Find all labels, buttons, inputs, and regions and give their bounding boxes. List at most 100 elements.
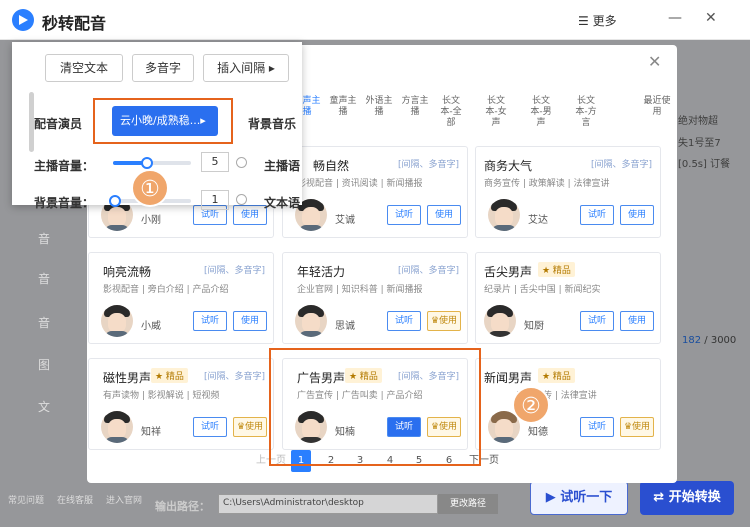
close-window-icon[interactable]: ✕ bbox=[705, 10, 717, 26]
premium-badge: ★ 精品 bbox=[538, 368, 575, 383]
host-volume-input[interactable]: 5 bbox=[201, 152, 229, 172]
voice-tags: 企业官网 | 知识科普 | 新闻播报 bbox=[297, 285, 423, 295]
nav-item[interactable]: 文 bbox=[38, 398, 50, 415]
listen-label: 试听一下 bbox=[560, 490, 613, 505]
voice-name: 知厨 bbox=[524, 321, 544, 332]
minimize-icon[interactable]: — bbox=[668, 10, 682, 26]
try-button[interactable]: 试听 bbox=[193, 417, 227, 437]
voice-card[interactable]: 畅自然 影视配音 | 资讯阅读 | 新闻播报 [间隔、多音字] 艾诚 试听 使用 bbox=[282, 146, 468, 238]
avatar bbox=[295, 305, 327, 337]
use-label: 使用 bbox=[439, 316, 458, 326]
more-label: 更多 bbox=[592, 14, 617, 28]
tab-foreign[interactable]: 外语主播 bbox=[364, 96, 394, 118]
tab-long-dialect[interactable]: 长文本-方言 bbox=[571, 96, 601, 129]
try-button[interactable]: 试听 bbox=[387, 311, 421, 331]
use-button[interactable]: ♛使用 bbox=[233, 417, 267, 437]
polyphone-button[interactable]: 多音字 bbox=[132, 54, 194, 82]
convert-label: 开始转换 bbox=[668, 490, 721, 505]
use-button[interactable]: ♛使用 bbox=[620, 417, 654, 437]
voice-title: 磁性男声 bbox=[103, 371, 152, 385]
official-site-link[interactable]: 进入官网 bbox=[106, 493, 142, 506]
slider-knob[interactable] bbox=[141, 157, 153, 169]
radio-button[interactable] bbox=[236, 157, 247, 168]
voice-features: [间隔、多音字] bbox=[397, 266, 459, 276]
more-menu-button[interactable]: ☰ 更多 bbox=[578, 12, 617, 29]
voice-title: 年轻活力 bbox=[297, 265, 346, 279]
try-button[interactable]: 试听 bbox=[580, 417, 614, 437]
voice-name: 思诚 bbox=[335, 321, 355, 332]
highlight-frame-voice bbox=[269, 348, 481, 466]
step-badge-2: ② bbox=[512, 386, 550, 424]
voice-card[interactable]: 磁性男声 ★ 精品 有声读物 | 影视解说 | 短视频 [间隔、多音字] 知祥 … bbox=[88, 358, 274, 450]
clear-text-button[interactable]: 清空文本 bbox=[45, 54, 123, 82]
try-button[interactable]: 试听 bbox=[580, 205, 614, 225]
voice-name: 艾达 bbox=[528, 215, 548, 226]
try-button[interactable]: 试听 bbox=[193, 311, 227, 331]
output-path-field[interactable]: C:\Users\Administrator\desktop bbox=[218, 494, 438, 514]
app-title: 秒转配音 bbox=[42, 14, 107, 33]
slider-knob[interactable] bbox=[109, 195, 121, 207]
dialog-close-icon[interactable]: ✕ bbox=[648, 52, 661, 71]
try-button[interactable]: 试听 bbox=[387, 205, 421, 225]
insert-pause-label: 插入间隔 bbox=[217, 61, 266, 75]
voice-title: 新闻男声 bbox=[484, 371, 533, 385]
highlight-frame-actor bbox=[93, 98, 233, 144]
try-button[interactable]: 试听 bbox=[580, 311, 614, 331]
voice-features: [间隔、多音字] bbox=[203, 266, 265, 276]
radio-button[interactable] bbox=[236, 194, 247, 205]
convert-button[interactable]: ⇄ 开始转换 bbox=[640, 481, 734, 515]
tab-long-female[interactable]: 长文本-女声 bbox=[481, 96, 511, 129]
tab-long-male[interactable]: 长文本-男声 bbox=[526, 96, 556, 129]
voice-tags: 纪录片 | 舌尖中国 | 新闻纪实 bbox=[484, 285, 601, 295]
tab-child[interactable]: 童声主播 bbox=[328, 96, 358, 118]
voice-title: 舌尖男声 bbox=[484, 265, 533, 279]
premium-badge: ★ 精品 bbox=[538, 262, 575, 277]
avatar bbox=[484, 305, 516, 337]
use-button[interactable]: 使用 bbox=[620, 205, 654, 225]
nav-item[interactable]: 图 bbox=[38, 356, 50, 373]
voice-category-tabs: 男声主播 童声主播 外语主播 方言主播 长文本-全部 长文本-女声 长文本-男声… bbox=[292, 96, 672, 134]
bg-volume-input[interactable]: 1 bbox=[201, 190, 229, 210]
app-logo-icon bbox=[12, 9, 34, 31]
use-label: 使用 bbox=[245, 422, 264, 432]
faq-link[interactable]: 常见问题 bbox=[8, 493, 44, 506]
nav-item[interactable]: 音 bbox=[38, 314, 50, 331]
use-button[interactable]: ♛使用 bbox=[427, 311, 461, 331]
slider-fill bbox=[113, 161, 143, 165]
voice-name: 小刚 bbox=[141, 215, 161, 226]
use-button[interactable]: 使用 bbox=[427, 205, 461, 225]
host-volume-label: 主播音量： bbox=[34, 159, 95, 173]
online-service-link[interactable]: 在线客服 bbox=[57, 493, 93, 506]
tab-dialect[interactable]: 方言主播 bbox=[400, 96, 430, 118]
tab-recent[interactable]: 最近使用 bbox=[642, 96, 672, 118]
voice-title: 畅自然 bbox=[313, 159, 350, 173]
voice-features: [间隔、多音字] bbox=[590, 160, 652, 170]
tab-long-all[interactable]: 长文本-全部 bbox=[436, 96, 466, 129]
premium-badge: ★ 精品 bbox=[151, 368, 188, 383]
listen-button[interactable]: ▶ 试听一下 bbox=[530, 481, 628, 515]
nav-item[interactable]: 音 bbox=[38, 270, 50, 287]
step-badge-1: ① bbox=[131, 169, 169, 207]
voice-card[interactable]: 年轻活力 企业官网 | 知识科普 | 新闻播报 [间隔、多音字] 思诚 试听 ♛… bbox=[282, 252, 468, 344]
voice-card[interactable]: 舌尖男声 ★ 精品 纪录片 | 舌尖中国 | 新闻纪实 知厨 试听 使用 bbox=[475, 252, 661, 344]
use-button[interactable]: 使用 bbox=[233, 205, 267, 225]
app-window: 秒转配音 ☰ 更多 — ✕ 绝对物超 失1号至7 [0.5s] 订餐 182 /… bbox=[0, 0, 750, 527]
host-volume-slider[interactable] bbox=[113, 157, 191, 169]
nav-item[interactable]: 音 bbox=[38, 230, 50, 247]
voice-card[interactable]: 商务大气 商务宣传 | 政策解读 | 法律宣讲 [间隔、多音字] 艾达 试听 使… bbox=[475, 146, 661, 238]
voice-name: 小威 bbox=[141, 321, 161, 332]
bgm-label: 背景音乐 bbox=[248, 117, 297, 131]
change-path-button[interactable]: 更改路径 bbox=[438, 494, 498, 514]
voice-name: 知德 bbox=[528, 427, 548, 438]
voice-card[interactable]: 响亮流畅 影视配音 | 旁白介绍 | 产品介绍 [间隔、多音字] 小威 试听 使… bbox=[88, 252, 274, 344]
insert-pause-button[interactable]: 插入间隔 ▸ bbox=[203, 54, 289, 82]
text-voice-label: 文本语 bbox=[264, 196, 301, 210]
use-button[interactable]: 使用 bbox=[233, 311, 267, 331]
voice-card[interactable]: 新闻男声 ★ 精品 产品宣传 | 法律宣讲 知德 试听 ♛使用 bbox=[475, 358, 661, 450]
use-button[interactable]: 使用 bbox=[620, 311, 654, 331]
voice-tags: 商务宣传 | 政策解读 | 法律宣讲 bbox=[484, 179, 610, 189]
voice-tags: 影视配音 | 旁白介绍 | 产品介绍 bbox=[103, 285, 229, 295]
avatar bbox=[488, 199, 520, 231]
output-path-label: 输出路径： bbox=[155, 500, 210, 513]
voice-title: 响亮流畅 bbox=[103, 265, 152, 279]
